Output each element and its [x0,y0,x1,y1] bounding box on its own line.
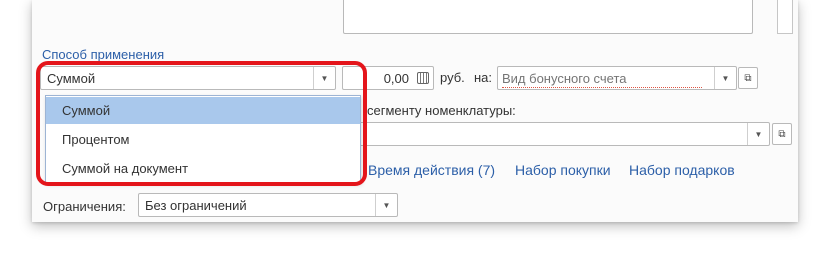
open-icon: ⧉ [744,72,752,84]
chevron-down-icon[interactable]: ▼ [747,123,769,145]
amount-field[interactable]: 0,00 [342,66,434,90]
calculator-icon[interactable] [417,72,429,84]
option-percent[interactable]: Процентом [46,126,360,153]
link-gift-set[interactable]: Набор подарков [629,162,735,178]
option-sum[interactable]: Суммой [46,97,360,124]
segment-field[interactable]: ▼ [358,122,770,146]
open-bonus-account-button[interactable]: ⧉ [738,67,758,89]
chevron-down-icon[interactable]: ▼ [313,67,335,89]
amount-value: 0,00 [383,71,409,86]
method-dropdown-list: Суммой Процентом Суммой на документ [45,95,361,183]
option-sum-per-document[interactable]: Суммой на документ [46,155,360,182]
chevron-down-icon[interactable]: ▼ [714,67,736,89]
restrictions-label: Ограничения: [43,199,126,214]
method-select[interactable]: Суммой ▼ [40,66,336,90]
open-segment-button[interactable]: ⧉ [772,123,792,145]
currency-label: руб. [440,70,465,85]
open-icon: ⧉ [778,128,786,140]
chevron-down-icon[interactable]: ▼ [375,194,397,216]
bonus-account-field[interactable]: ▼ [497,66,737,90]
link-purchase-set[interactable]: Набор покупки [515,162,611,178]
bonus-account-input[interactable] [502,69,702,88]
segment-label: сегменту номенклатуры: [367,103,516,118]
top-partial-square [777,0,793,34]
on-label: на: [474,70,493,85]
top-partial-field[interactable] [343,0,753,34]
link-validity-period[interactable]: Время действия (7) [368,162,495,178]
method-title: Способ применения [42,47,165,62]
restrictions-select[interactable]: Без ограничений ▼ [138,193,398,217]
restrictions-value: Без ограничений [145,198,247,213]
method-select-value: Суммой [47,71,96,86]
